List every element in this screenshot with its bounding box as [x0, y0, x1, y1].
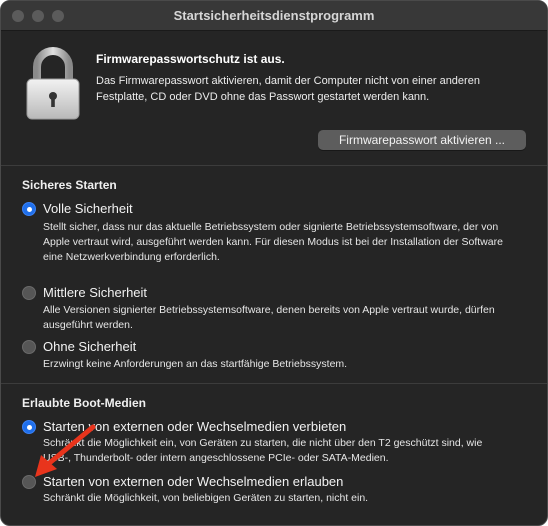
firmware-description: Das Firmwarepasswort aktivieren, damit d…	[96, 75, 480, 103]
firmware-status-title: Firmwarepasswortschutz ist aus.	[96, 52, 285, 66]
section-divider	[1, 165, 547, 166]
full-security-radio[interactable]	[22, 202, 36, 216]
startup-security-utility-window: Startsicherheitsdienstprogramm Firmwarep…	[0, 0, 548, 526]
full-security-label[interactable]: Volle Sicherheit	[43, 201, 133, 216]
allow-external-boot-description: Schränkt die Möglichkeit, von beliebigen…	[43, 492, 369, 504]
full-security-description: Stellt sicher, dass nur das aktuelle Bet…	[43, 221, 503, 263]
medium-security-description: Alle Versionen signierter Betriebssystem…	[43, 304, 495, 331]
title-bar: Startsicherheitsdienstprogramm	[1, 1, 547, 31]
window-title: Startsicherheitsdienstprogramm	[173, 8, 375, 23]
no-security-label[interactable]: Ohne Sicherheit	[43, 339, 136, 354]
annotation-arrow-icon	[29, 421, 101, 483]
no-security-description: Erzwingt keine Anforderungen an das star…	[43, 358, 348, 370]
section-divider	[1, 383, 547, 384]
enable-firmware-password-button[interactable]: Firmwarepasswort aktivieren ...	[318, 130, 526, 150]
lock-icon	[23, 43, 83, 123]
medium-security-radio[interactable]	[22, 286, 36, 300]
boot-media-section-title: Erlaubte Boot-Medien	[22, 396, 147, 410]
secure-boot-section-title: Sicheres Starten	[22, 178, 117, 192]
disallow-external-boot-description: Schränkt die Möglichkeit ein, von Geräte…	[43, 437, 483, 464]
no-security-radio[interactable]	[22, 340, 36, 354]
medium-security-label[interactable]: Mittlere Sicherheit	[43, 285, 147, 300]
